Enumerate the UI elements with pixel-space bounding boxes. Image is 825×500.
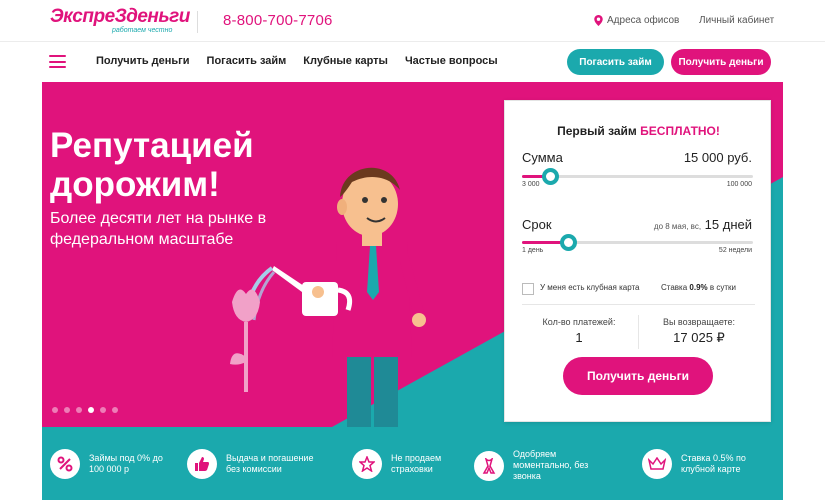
nav-item-get-money[interactable]: Получить деньги (96, 55, 190, 67)
amount-value: 15 000 руб. (683, 150, 752, 165)
return-amount-label: Вы возвращаете: (662, 317, 736, 327)
header-divider (197, 11, 198, 33)
rate-value: 0.9% (689, 283, 708, 292)
term-slider-handle[interactable] (560, 234, 577, 251)
nav-item-club-cards[interactable]: Клубные карты (303, 55, 388, 67)
rate-info: Ставка 0.9% в сутки (661, 283, 736, 292)
thumbs-up-icon (187, 449, 217, 479)
term-min: 1 день (522, 247, 544, 254)
term-slider[interactable] (522, 234, 753, 251)
feature-item: Не продаем страховки (352, 449, 451, 479)
amount-min: 3 000 (522, 181, 540, 188)
slider-dots (52, 407, 118, 413)
term-date-note: до 8 мая, вс, (653, 222, 702, 231)
percent-icon (50, 449, 80, 479)
hamburger-menu-icon[interactable] (49, 55, 66, 68)
phone-number[interactable]: 8-800-700-7706 (223, 12, 333, 29)
club-card-checkbox[interactable] (522, 283, 534, 295)
slider-dot-active[interactable] (88, 407, 94, 413)
feature-text: Не продаем страховки (391, 453, 442, 474)
calculator-title-prefix: Первый займ (557, 124, 637, 138)
amount-slider-handle[interactable] (542, 168, 559, 185)
slider-dot[interactable] (52, 407, 58, 413)
feature-text: Выдача и погашение без комиссии (226, 453, 314, 474)
amount-max: 100 000 (726, 181, 752, 188)
payments-count-value: 1 (575, 330, 583, 345)
star-icon (352, 449, 382, 479)
term-value: 15 дней (704, 217, 752, 232)
calculator-divider-vertical (638, 315, 639, 349)
term-max: 52 недели (718, 247, 752, 254)
logo-text: ЭкспреЗденьги (50, 6, 190, 27)
feature-text: Одобряем моментально, без звонка (513, 449, 589, 481)
feature-item: Выдача и погашение без комиссии (187, 449, 326, 479)
amount-slider[interactable] (522, 168, 753, 185)
feature-text: Ставка 0.5% по клубной карте (681, 453, 746, 474)
man-watering-flower-illustration (230, 167, 426, 427)
slider-dot[interactable] (112, 407, 118, 413)
rate-suffix: в сутки (709, 283, 736, 292)
club-card-label: У меня есть клубная карта (540, 283, 640, 292)
slider-dot[interactable] (64, 407, 70, 413)
slider-dot[interactable] (76, 407, 82, 413)
main-nav: Получить деньги Погасить займ Клубные ка… (0, 42, 825, 82)
calculator-title: Первый займ БЕСПЛАТНО! (505, 124, 772, 138)
features-strip: Займы под 0% до 100 000 р Выдача и погаш… (42, 427, 783, 500)
top-bar: ЭкспреЗденьги работаем честно 8-800-700-… (0, 0, 825, 42)
nav-item-faq[interactable]: Частые вопросы (405, 55, 498, 67)
calculator-divider (522, 304, 755, 305)
offices-label: Адреса офисов (607, 15, 680, 26)
offices-link[interactable]: Адреса офисов (594, 15, 679, 26)
slider-dot[interactable] (100, 407, 106, 413)
personal-cabinet-link[interactable]: Личный кабинет (699, 15, 774, 26)
term-label: Срок (522, 217, 552, 232)
nav-links: Получить деньги Погасить займ Клубные ка… (96, 55, 498, 67)
amount-label: Сумма (522, 150, 563, 165)
repay-loan-button[interactable]: Погасить займ (567, 49, 664, 75)
logo-tagline: работаем честно (112, 27, 173, 34)
crown-icon (642, 449, 672, 479)
map-pin-icon (594, 15, 603, 26)
feature-item: Займы под 0% до 100 000 р (50, 449, 179, 479)
logo[interactable]: ЭкспреЗденьги работаем честно (50, 6, 190, 36)
feature-item: Ставка 0.5% по клубной карте (642, 449, 761, 479)
rate-prefix: Ставка (661, 283, 688, 292)
ribbon-icon (474, 450, 504, 481)
feature-item: Одобряем моментально, без звонка (474, 449, 603, 482)
loan-calculator: Первый займ БЕСПЛАТНО! Сумма 15 000 руб.… (504, 100, 771, 422)
get-money-button[interactable]: Получить деньги (671, 49, 771, 75)
calculator-title-highlight: БЕСПЛАТНО! (640, 124, 720, 138)
payments-count-label: Кол-во платежей: (542, 317, 616, 327)
nav-item-repay-loan[interactable]: Погасить займ (207, 55, 287, 67)
term-value-group: до 8 мая, вс, 15 дней (654, 217, 752, 232)
calculator-get-money-button[interactable]: Получить деньги (563, 357, 713, 395)
return-amount-value: 17 025 ₽ (673, 330, 725, 345)
feature-text: Займы под 0% до 100 000 р (89, 453, 163, 474)
